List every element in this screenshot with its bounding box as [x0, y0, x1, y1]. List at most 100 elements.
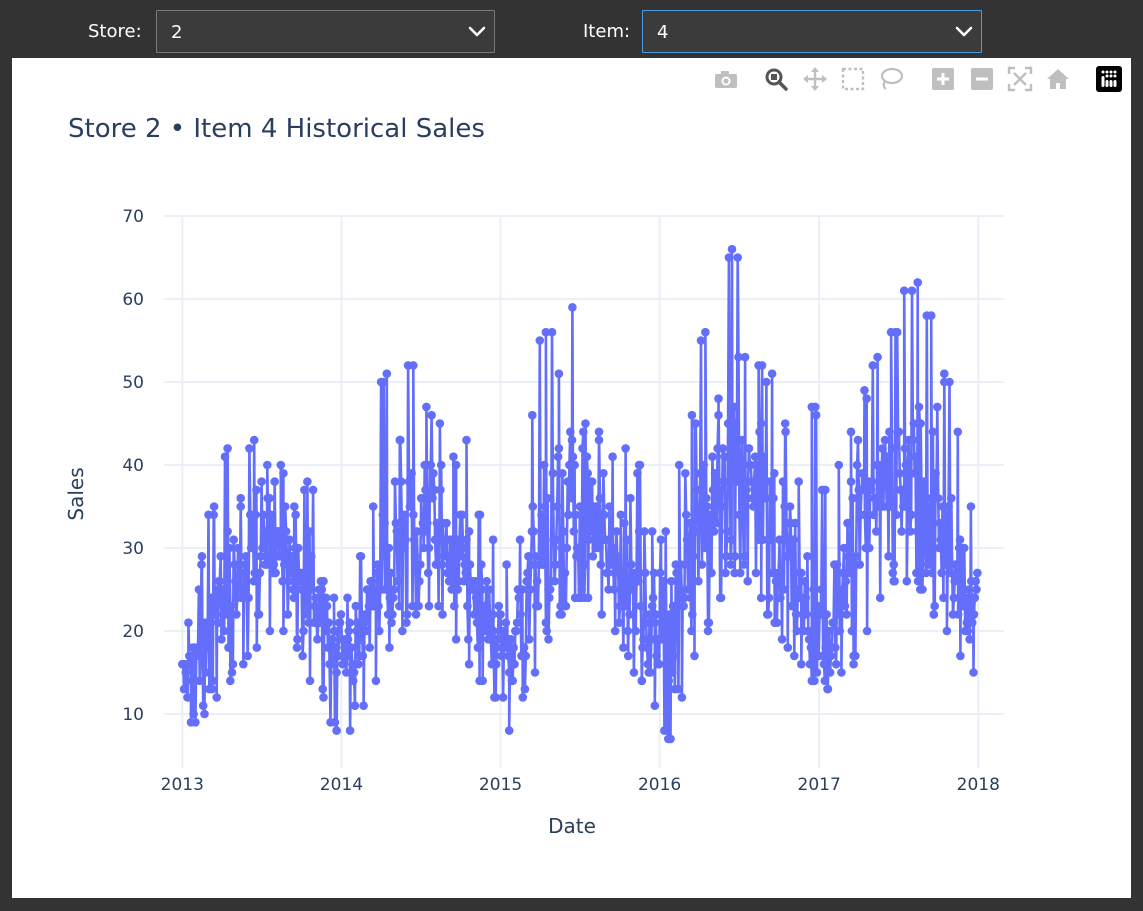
- sales-point: [781, 427, 790, 437]
- sales-point: [422, 527, 431, 536]
- sales-point: [434, 601, 443, 611]
- sales-point: [181, 668, 191, 677]
- sales-point: [636, 601, 646, 611]
- sales-point: [933, 493, 943, 503]
- sales-point: [612, 527, 621, 536]
- sales-point: [470, 610, 479, 619]
- sales-point: [401, 535, 410, 544]
- sales-point: [464, 527, 474, 536]
- sales-point: [947, 493, 956, 503]
- sales-point: [302, 610, 312, 619]
- sales-point: [953, 610, 963, 619]
- sales-point: [683, 585, 693, 594]
- sales-point: [668, 668, 677, 677]
- x-tick-label: 2015: [479, 775, 522, 795]
- sales-point: [231, 576, 240, 586]
- sales-point: [559, 527, 568, 536]
- sales-point: [655, 568, 665, 578]
- store-label: Store:: [88, 21, 142, 42]
- sales-point: [738, 502, 748, 511]
- sales-point: [717, 502, 727, 511]
- sales-point: [648, 593, 658, 603]
- sales-point: [919, 477, 929, 486]
- sales-point: [702, 502, 712, 511]
- sales-point: [196, 651, 205, 661]
- sales-point: [542, 626, 551, 636]
- sales-point: [482, 576, 491, 586]
- sales-point: [775, 535, 784, 544]
- item-dropdown[interactable]: 4: [642, 10, 982, 53]
- sales-point: [233, 543, 243, 553]
- sales-point: [601, 535, 611, 544]
- sales-point: [203, 643, 212, 652]
- sales-point: [508, 676, 517, 686]
- sales-point: [389, 585, 399, 594]
- sales-point: [562, 543, 572, 553]
- sales-point: [876, 493, 885, 503]
- sales-point: [641, 618, 651, 627]
- sales-point: [182, 676, 191, 686]
- sales-point: [676, 560, 686, 569]
- chevron-down-icon: [955, 26, 973, 37]
- sales-point: [674, 684, 683, 694]
- sales-point: [920, 535, 930, 544]
- sales-point: [263, 460, 272, 470]
- sales-point: [291, 510, 300, 520]
- sales-point: [305, 676, 315, 686]
- sales-point: [409, 535, 419, 544]
- sales-point: [528, 410, 537, 420]
- sales-point: [895, 469, 905, 478]
- sales-point: [409, 361, 418, 370]
- sales-point: [674, 460, 684, 470]
- sales-point: [448, 552, 457, 561]
- sales-point: [179, 684, 189, 694]
- sales-point: [372, 568, 382, 578]
- sales-point: [547, 327, 557, 337]
- sales-point: [399, 543, 409, 553]
- sales-point: [950, 576, 959, 586]
- sales-point: [330, 718, 340, 727]
- sales-point: [705, 510, 715, 520]
- sales-point: [407, 469, 416, 478]
- sales-point: [776, 568, 786, 578]
- sales-point: [711, 493, 721, 503]
- sales-point: [398, 626, 407, 636]
- sales-point: [858, 469, 868, 478]
- sales-point: [251, 510, 260, 520]
- sales-point: [212, 693, 221, 702]
- sales-point: [640, 527, 649, 536]
- sales-point: [600, 510, 609, 520]
- sales-point: [712, 518, 721, 528]
- sales-point: [802, 610, 811, 619]
- sales-point: [201, 668, 211, 677]
- sales-point: [623, 626, 633, 636]
- sales-point: [865, 543, 874, 553]
- sales-point: [436, 485, 445, 495]
- sales-point: [451, 460, 461, 470]
- sales-point: [394, 576, 403, 586]
- sales-point: [484, 585, 494, 594]
- sales-point: [356, 552, 366, 561]
- sales-point: [936, 535, 946, 544]
- sales-point: [688, 552, 698, 561]
- sales-point: [378, 510, 388, 520]
- sales-point: [900, 444, 910, 453]
- x-tick-label: 2016: [638, 775, 681, 795]
- sales-point: [331, 643, 341, 652]
- sales-point: [913, 576, 923, 586]
- sales-point: [281, 527, 291, 536]
- sales-point: [298, 651, 307, 661]
- sales-point: [687, 626, 696, 636]
- sales-point: [906, 510, 916, 520]
- sales-point: [550, 576, 559, 586]
- sales-point: [669, 651, 679, 661]
- sales-point: [294, 543, 303, 553]
- sales-point: [650, 618, 660, 627]
- sales-point: [303, 477, 312, 486]
- sales-point: [566, 427, 575, 437]
- store-dropdown[interactable]: 2: [156, 10, 495, 53]
- sales-point: [813, 601, 823, 611]
- sales-point: [733, 253, 742, 262]
- sales-point: [810, 676, 819, 686]
- x-tick-label: 2014: [320, 775, 363, 795]
